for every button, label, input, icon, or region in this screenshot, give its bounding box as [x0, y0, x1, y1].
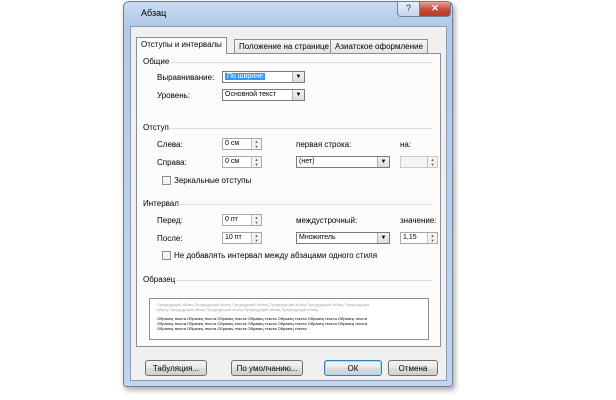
tab-line-and-page-breaks[interactable]: Положение на странице [234, 39, 334, 54]
first-line-label: первая строка: [296, 140, 352, 149]
space-before-label: Перед: [157, 216, 183, 225]
window-title: Абзац [141, 8, 167, 18]
spacing-divider [176, 204, 433, 205]
no-space-same-style-checkbox[interactable] [162, 251, 171, 260]
first-line-select[interactable]: (нет) ▼ [296, 156, 390, 168]
preview-section-title: Образец [143, 275, 176, 284]
spacing-value-label: значение: [400, 216, 437, 225]
preview-divider [176, 280, 433, 281]
indent-left-field[interactable]: 0 см ▲ ▼ [222, 138, 262, 150]
paragraph-dialog: Абзац ? ✕ Отступы и интервалы Положение … [123, 1, 453, 387]
tab-asian-typography[interactable]: Азиатское оформление [330, 39, 428, 54]
spin-arrows-icon[interactable]: ▲ ▼ [251, 215, 261, 225]
spacing-value-field[interactable]: 1,15 ▲ ▼ [400, 232, 438, 244]
space-before-value: 0 пт [225, 216, 238, 223]
indent-divider [169, 128, 433, 129]
level-select[interactable]: Основной текст ▼ [222, 89, 305, 101]
close-button[interactable]: ✕ [419, 2, 451, 17]
space-after-field[interactable]: 10 пт ▲ ▼ [222, 232, 262, 244]
chevron-down-icon: ▼ [377, 233, 389, 243]
alignment-select[interactable]: По ширине ▼ [222, 71, 305, 83]
chevron-down-icon: ▼ [292, 72, 304, 82]
spin-arrows-icon[interactable]: ▲ ▼ [251, 139, 261, 149]
spacing-value-value: 1,15 [403, 234, 417, 241]
line-spacing-select[interactable]: Множитель ▼ [296, 232, 390, 244]
dialog-client-area: Отступы и интервалы Положение на страниц… [130, 26, 447, 381]
preview-previous-paragraph: Предыдущий абзац Предыдущий абзац Предыд… [157, 302, 370, 312]
spin-arrows-icon[interactable]: ▲ ▼ [427, 157, 437, 167]
spacing-section-title: Интервал [143, 199, 179, 208]
alignment-label: Выравнивание: [157, 73, 215, 82]
indent-right-label: Справа: [157, 158, 187, 167]
ok-button[interactable]: ОК [324, 360, 382, 376]
tab-indents-and-spacing[interactable]: Отступы и интервалы [136, 37, 227, 54]
indent-section-title: Отступ [143, 123, 169, 132]
level-value: Основной текст [225, 91, 276, 98]
chevron-down-icon: ▼ [377, 157, 389, 167]
indent-left-value: 0 см [225, 140, 240, 147]
tab-panel: Общие Выравнивание: По ширине ▼ Уровень:… [136, 53, 441, 347]
spin-arrows-icon[interactable]: ▲ ▼ [427, 233, 437, 243]
no-space-same-style-label: Не добавлять интервал между абзацами одн… [174, 251, 378, 260]
space-after-value: 10 пт [225, 234, 242, 241]
mirror-indents-checkbox[interactable] [162, 176, 171, 185]
chevron-down-icon: ▼ [292, 90, 304, 100]
general-section-title: Общие [143, 57, 170, 66]
space-after-label: После: [157, 234, 183, 243]
indent-left-label: Слева: [157, 140, 183, 149]
tabs-button[interactable]: Табуляция... [145, 360, 207, 376]
mirror-indents-label: Зеркальные отступы [174, 176, 252, 185]
space-before-field[interactable]: 0 пт ▲ ▼ [222, 214, 262, 226]
cancel-button[interactable]: Отмена [388, 360, 438, 376]
line-spacing-label: междустрочный: [296, 216, 358, 225]
preview-box: Предыдущий абзац Предыдущий абзац Предыд… [149, 298, 429, 340]
spin-arrows-icon[interactable]: ▲ ▼ [251, 233, 261, 243]
preview-sample-text: Образец текста Образец текста Образец те… [157, 316, 367, 331]
set-as-default-button[interactable]: По умолчанию... [231, 360, 303, 376]
help-button[interactable]: ? [397, 2, 420, 17]
alignment-value: По ширине [225, 73, 265, 80]
spin-arrows-icon[interactable]: ▲ ▼ [251, 157, 261, 167]
by-label: на: [400, 140, 412, 149]
general-divider [169, 62, 433, 63]
indent-right-value: 0 см [225, 158, 240, 165]
level-label: Уровень: [157, 91, 191, 100]
indent-right-field[interactable]: 0 см ▲ ▼ [222, 156, 262, 168]
line-spacing-value: Множитель [299, 234, 336, 241]
by-field[interactable]: ▲ ▼ [400, 156, 438, 168]
first-line-value: (нет) [299, 158, 315, 165]
